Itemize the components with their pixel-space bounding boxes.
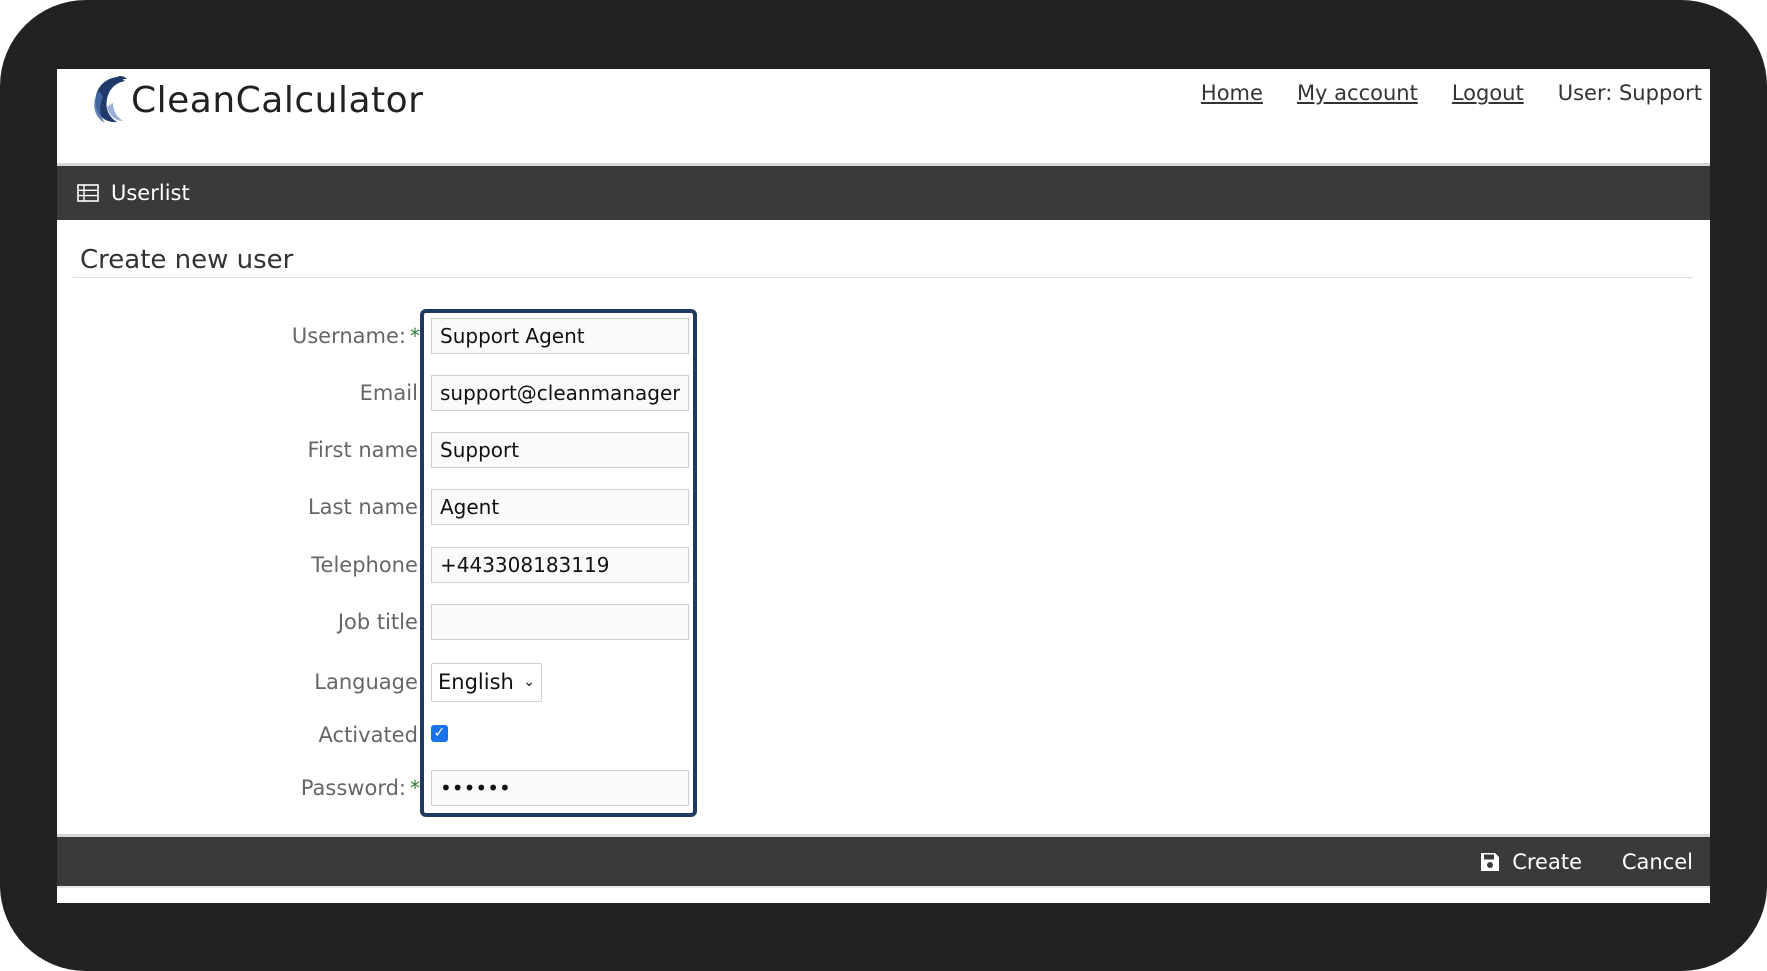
password-label: Password:: [300, 776, 406, 800]
create-button-label: Create: [1512, 849, 1582, 874]
cancel-button[interactable]: Cancel: [1622, 837, 1693, 886]
current-user-label: User: Support: [1557, 81, 1702, 105]
last-name-row: Last name:: [57, 487, 757, 527]
job-title-label: Job title:: [337, 610, 425, 634]
last-name-input[interactable]: [431, 489, 689, 525]
username-required-marker: *: [410, 324, 420, 348]
page-title: Create new user: [80, 245, 294, 275]
password-required-marker: *: [410, 776, 420, 800]
bottom-strip: [57, 886, 1710, 903]
last-name-label: Last name:: [307, 495, 425, 519]
title-divider: [73, 277, 1693, 278]
telephone-input[interactable]: [431, 547, 689, 583]
first-name-row: First name:: [57, 430, 757, 470]
nav-logout-link[interactable]: Logout: [1452, 81, 1524, 105]
language-label: Language:: [314, 670, 425, 694]
email-row: Email:: [57, 373, 757, 413]
username-label: Username:: [291, 324, 406, 348]
password-row: Password: *: [57, 768, 757, 808]
create-button[interactable]: Create: [1479, 837, 1582, 886]
logo-icon: [94, 75, 127, 123]
nav-home-link[interactable]: Home: [1201, 81, 1263, 105]
table-icon: [77, 184, 99, 202]
chevron-down-icon: ⌄: [523, 674, 535, 690]
username-row: Username: *: [57, 316, 757, 356]
language-selected-value: English: [438, 670, 514, 694]
job-title-input[interactable]: [431, 604, 689, 640]
logo[interactable]: CleanCalculator: [87, 69, 423, 131]
save-icon: [1481, 852, 1500, 871]
device-frame: CleanCalculator Home My account Logout U…: [0, 0, 1767, 971]
userlist-titlebar: Userlist: [57, 163, 1710, 220]
activated-checkbox[interactable]: ✓: [431, 725, 448, 742]
first-name-input[interactable]: [431, 432, 689, 468]
activated-row: Activated: ✓: [57, 715, 757, 755]
userlist-title: Userlist: [111, 181, 190, 205]
first-name-label: First name:: [307, 438, 426, 462]
activated-label: Activated:: [318, 723, 425, 747]
password-input[interactable]: [431, 770, 689, 806]
app-screen: CleanCalculator Home My account Logout U…: [57, 69, 1710, 903]
telephone-row: Telephone:: [57, 545, 757, 585]
telephone-label: Telephone:: [311, 553, 425, 577]
top-nav: Home My account Logout User: Support: [1201, 81, 1702, 105]
logo-text: CleanCalculator: [131, 79, 424, 121]
email-label: Email:: [359, 381, 425, 405]
nav-my-account-link[interactable]: My account: [1297, 81, 1418, 105]
action-bar: Create Cancel: [57, 834, 1710, 886]
language-select[interactable]: English ⌄: [431, 663, 542, 702]
email-input[interactable]: [431, 375, 689, 411]
cancel-button-label: Cancel: [1621, 849, 1693, 874]
username-input[interactable]: [431, 318, 689, 354]
job-title-row: Job title:: [57, 602, 757, 642]
language-row: Language: English ⌄: [57, 662, 757, 702]
